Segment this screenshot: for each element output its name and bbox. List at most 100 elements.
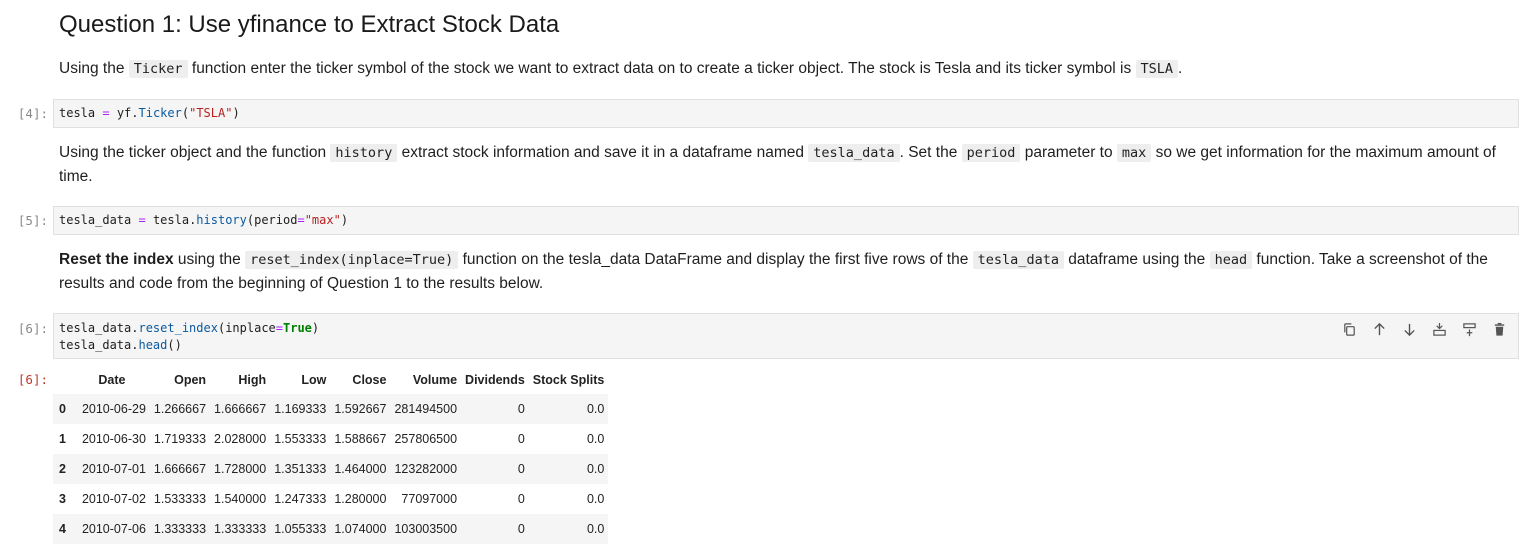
delete-icon[interactable] bbox=[1490, 320, 1508, 338]
dataframe-output: Date Open High Low Close Volume Dividend… bbox=[53, 366, 609, 544]
code-token: = bbox=[275, 321, 283, 335]
code-token: = bbox=[138, 213, 146, 227]
row-index: 0 bbox=[59, 402, 66, 416]
table-cell: 1.074000 bbox=[334, 522, 387, 536]
table-cell: 2010-06-29 bbox=[81, 402, 146, 416]
code-line: tesla_data.reset_index(inplace=True) bbox=[59, 320, 1518, 337]
table-header-row: Date Open High Low Close Volume Dividend… bbox=[53, 366, 608, 394]
inline-code: tesla_data bbox=[972, 251, 1064, 269]
md-text: . Set the bbox=[899, 144, 962, 161]
table-cell: 1.055333 bbox=[274, 522, 327, 536]
table-cell: 0.0 bbox=[586, 492, 605, 506]
table-cell: 0 bbox=[517, 492, 525, 506]
table-cell: 2010-07-02 bbox=[81, 492, 146, 506]
table-cell: 0 bbox=[517, 432, 525, 446]
row-index: 3 bbox=[59, 492, 66, 506]
code-cell-4[interactable]: tesla = yf.Ticker("TSLA") bbox=[53, 99, 1519, 128]
code-token: tesla_data bbox=[59, 213, 139, 227]
inline-code: reset_index(inplace=True) bbox=[245, 251, 459, 269]
column-header: Close bbox=[352, 373, 387, 387]
code-cell-5[interactable]: tesla_data = tesla.history(period="max") bbox=[53, 206, 1519, 235]
insert-below-icon[interactable] bbox=[1460, 320, 1478, 338]
code-token: head bbox=[138, 338, 168, 352]
code-token: (period bbox=[246, 213, 298, 227]
code-token: = bbox=[297, 213, 305, 227]
table-cell: 0 bbox=[517, 462, 525, 476]
markdown-cell-ticker[interactable]: Using the Ticker function enter the tick… bbox=[59, 57, 1509, 81]
table-cell: 1.666667 bbox=[153, 462, 207, 476]
table-cell: 1.666667 bbox=[214, 402, 267, 416]
table-cell: 1.333333 bbox=[153, 522, 207, 536]
execution-count: [5]: bbox=[17, 213, 48, 228]
table-cell: 281494500 bbox=[394, 402, 458, 416]
table-cell: 1.719333 bbox=[153, 432, 207, 446]
insert-above-icon[interactable] bbox=[1430, 320, 1448, 338]
table-cell: 1.592667 bbox=[334, 402, 387, 416]
code-token: "TSLA" bbox=[189, 106, 233, 120]
table-cell: 1.333333 bbox=[214, 522, 267, 536]
code-token: yf. bbox=[109, 106, 139, 120]
inline-code: Ticker bbox=[128, 60, 188, 78]
code-token: ) bbox=[311, 321, 320, 335]
table-cell: 103003500 bbox=[394, 522, 458, 536]
inline-code: history bbox=[330, 144, 398, 162]
arrow-up-icon[interactable] bbox=[1370, 320, 1388, 338]
md-text: dataframe using the bbox=[1063, 251, 1210, 268]
cell-toolbar bbox=[1340, 320, 1508, 338]
table-cell: 2.028000 bbox=[214, 432, 267, 446]
code-token: tesla bbox=[59, 106, 103, 120]
table-cell: 0.0 bbox=[586, 522, 605, 536]
code-token: (inplace bbox=[217, 321, 276, 335]
table-row: 4 2010-07-06 1.333333 1.333333 1.055333 1.074… bbox=[53, 514, 609, 544]
table-cell: 1.540000 bbox=[214, 492, 267, 506]
column-header: Stock Splits bbox=[532, 373, 605, 387]
table-cell: 1.247333 bbox=[274, 492, 327, 506]
inline-code: max bbox=[1116, 144, 1152, 162]
table-cell: 1.588667 bbox=[334, 432, 387, 446]
notebook-page: Question 1: Use yfinance to Extract Stoc… bbox=[0, 0, 1535, 556]
table-cell: 1.464000 bbox=[334, 462, 387, 476]
code-token: ) bbox=[340, 213, 349, 227]
markdown-cell-history[interactable]: Using the ticker object and the function… bbox=[59, 141, 1509, 188]
inline-code: head bbox=[1209, 251, 1253, 269]
code-token: () bbox=[167, 338, 182, 352]
markdown-cell-reset-index[interactable]: Reset the index using the reset_index(in… bbox=[59, 248, 1509, 295]
table-cell: 2010-07-01 bbox=[81, 462, 146, 476]
table-cell: 1.266667 bbox=[153, 402, 207, 416]
column-header: Volume bbox=[412, 373, 458, 387]
code-token: reset_index bbox=[138, 321, 218, 335]
md-text: using the bbox=[173, 251, 246, 268]
table-cell: 1.169333 bbox=[274, 402, 327, 416]
inline-code: period bbox=[961, 144, 1021, 162]
table-cell: 1.280000 bbox=[334, 492, 387, 506]
code-token: ) bbox=[232, 106, 240, 120]
markdown-heading: Question 1: Use yfinance to Extract Stoc… bbox=[59, 11, 560, 38]
md-text: Using the ticker object and the function bbox=[59, 144, 331, 161]
md-text: extract stock information and save it in… bbox=[397, 144, 809, 161]
code-token: tesla_data. bbox=[59, 321, 139, 335]
code-token: "max" bbox=[304, 213, 341, 227]
column-header: Low bbox=[301, 373, 327, 387]
table-cell: 1.553333 bbox=[274, 432, 327, 446]
table-cell: 1.533333 bbox=[153, 492, 207, 506]
code-token: ( bbox=[181, 106, 190, 120]
md-text: . bbox=[1178, 60, 1183, 77]
table-row: 3 2010-07-02 1.533333 1.540000 1.247333 1.280… bbox=[53, 484, 608, 514]
row-index: 2 bbox=[59, 462, 66, 476]
row-index: 4 bbox=[59, 522, 66, 536]
table-cell: 123282000 bbox=[394, 462, 458, 476]
code-token: tesla_data. bbox=[59, 338, 139, 352]
md-text: parameter to bbox=[1020, 144, 1117, 161]
inline-code: tesla_data bbox=[808, 144, 900, 162]
column-header: Dividends bbox=[465, 373, 525, 387]
table-row: 2 2010-07-01 1.666667 1.728000 1.351333 1.464… bbox=[53, 454, 609, 484]
code-cell-6[interactable]: tesla_data.reset_index(inplace=True) tes… bbox=[53, 313, 1519, 359]
table-cell: 0.0 bbox=[586, 402, 605, 416]
arrow-down-icon[interactable] bbox=[1400, 320, 1418, 338]
copy-icon[interactable] bbox=[1340, 320, 1358, 338]
md-text: Using the bbox=[59, 60, 129, 77]
column-header: Date bbox=[98, 373, 126, 387]
code-line: tesla_data.head() bbox=[59, 337, 1518, 354]
column-header: High bbox=[238, 373, 267, 387]
md-bold: Reset the index bbox=[59, 251, 174, 268]
